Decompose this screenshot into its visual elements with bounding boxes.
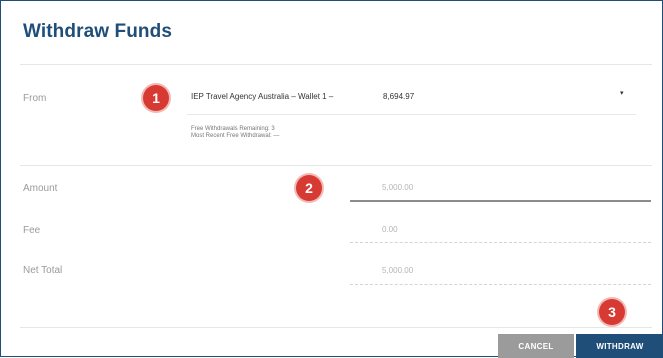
net-total-value: 5,000.00	[382, 266, 414, 275]
callout-badge-2: 2	[296, 175, 322, 201]
net-total-label: Net Total	[23, 265, 63, 276]
dialog-title: Withdraw Funds	[23, 21, 172, 42]
withdraw-button[interactable]: WITHDRAW	[576, 334, 663, 358]
amount-underline	[350, 200, 651, 202]
title-divider	[20, 64, 652, 65]
amount-input[interactable]: 5,000.00	[382, 183, 413, 192]
free-withdrawals-remaining: Free Withdrawals Remaining: 3	[191, 126, 275, 132]
callout-badge-1: 1	[143, 85, 169, 111]
net-total-underline	[350, 284, 651, 285]
withdraw-funds-dialog: Withdraw Funds From 1 IEP Travel Agency …	[0, 0, 663, 358]
most-recent-free-withdrawal: Most Recent Free Withdrawal: —	[191, 133, 280, 139]
fee-label: Fee	[23, 225, 41, 236]
from-label: From	[23, 93, 47, 104]
callout-badge-3: 3	[599, 299, 625, 325]
cancel-button[interactable]: CANCEL	[498, 334, 574, 358]
fee-value: 0.00	[382, 225, 398, 234]
fee-underline	[350, 242, 651, 243]
amount-label: Amount	[23, 183, 58, 194]
from-account-balance: 8,694.97	[383, 92, 415, 101]
select-underline	[187, 114, 636, 115]
footer-divider	[20, 327, 652, 328]
from-account-name: IEP Travel Agency Australia – Wallet 1 –	[191, 92, 334, 101]
chevron-down-icon[interactable]: ▾	[620, 89, 624, 97]
section-divider	[20, 165, 652, 166]
